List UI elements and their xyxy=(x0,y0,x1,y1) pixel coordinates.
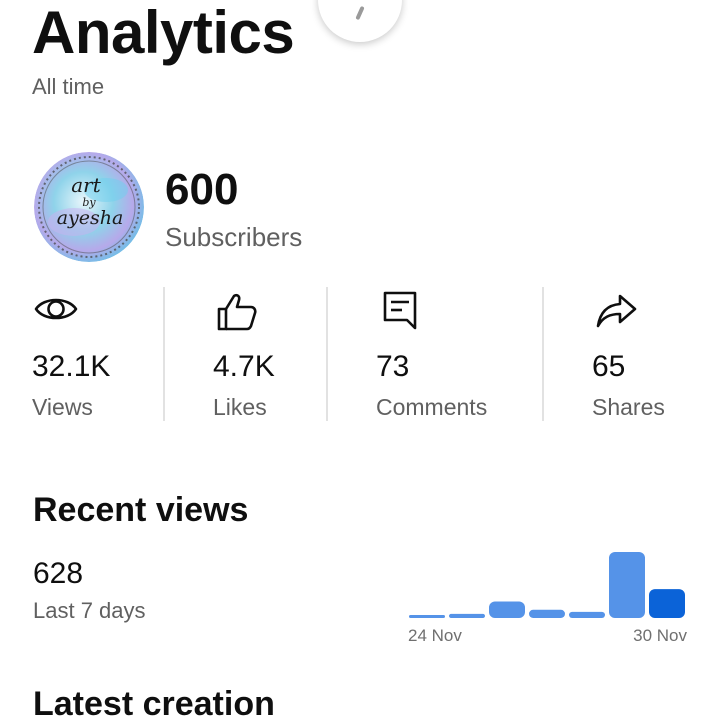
views-bar-28-nov xyxy=(569,611,605,618)
recent-views-chart: 24 Nov 30 Nov xyxy=(408,552,687,645)
recent-views-value: 628 xyxy=(33,557,84,590)
x-tick-label: 24 Nov xyxy=(408,626,462,645)
pencil-icon xyxy=(355,5,365,21)
stat-divider xyxy=(326,287,328,421)
avatar-text-line-3: ayesha xyxy=(57,207,124,229)
likes-value: 4.7K xyxy=(213,350,275,383)
recent-views-period: Last 7 days xyxy=(33,598,146,623)
views-value: 32.1K xyxy=(32,350,111,383)
likes-label: Likes xyxy=(213,394,267,420)
shares-value: 65 xyxy=(592,350,626,383)
comment-icon xyxy=(383,291,417,330)
views-label: Views xyxy=(32,394,93,420)
share-icon xyxy=(596,294,637,328)
shares-label: Shares xyxy=(592,394,665,420)
views-bar-29-nov xyxy=(609,552,645,618)
avatar-text-line-1: art xyxy=(71,173,101,197)
time-range-label[interactable]: All time xyxy=(32,74,104,100)
recent-views-title: Recent views xyxy=(33,491,249,529)
eye-icon xyxy=(34,298,78,320)
page-title: Analytics xyxy=(32,0,295,66)
latest-creation-title: Latest creation xyxy=(33,685,275,720)
views-bar-27-nov xyxy=(529,609,565,618)
views-bar-25-nov xyxy=(449,613,485,618)
stat-divider xyxy=(163,287,165,421)
channel-avatar[interactable]: art by ayesha xyxy=(34,152,144,262)
stat-divider xyxy=(542,287,544,421)
comments-value: 73 xyxy=(376,350,410,383)
comments-label: Comments xyxy=(376,394,488,420)
views-bar-30-nov xyxy=(649,589,685,618)
subscriber-count: 600 xyxy=(165,165,239,214)
views-bar-26-nov xyxy=(489,601,525,618)
views-bar-24-nov xyxy=(409,615,445,618)
edit-button[interactable] xyxy=(318,0,402,42)
thumbs-up-icon xyxy=(217,293,257,331)
subscriber-label: Subscribers xyxy=(165,222,303,252)
x-tick-label: 30 Nov xyxy=(633,626,687,645)
